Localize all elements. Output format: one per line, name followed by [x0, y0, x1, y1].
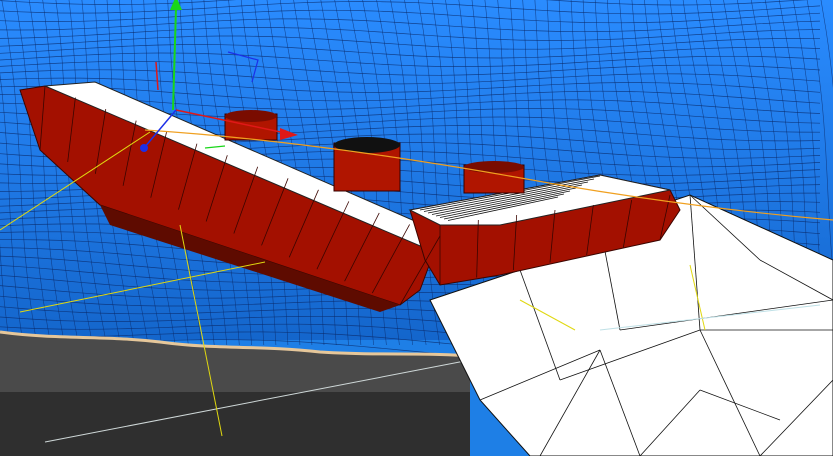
scene-canvas[interactable]	[0, 0, 833, 456]
3d-viewport[interactable]	[0, 0, 833, 456]
ship-funnel[interactable]	[333, 137, 401, 192]
ground-shadow	[0, 392, 470, 456]
ship-funnel[interactable]	[224, 110, 278, 141]
z-axis-handle-icon[interactable]	[140, 144, 148, 152]
